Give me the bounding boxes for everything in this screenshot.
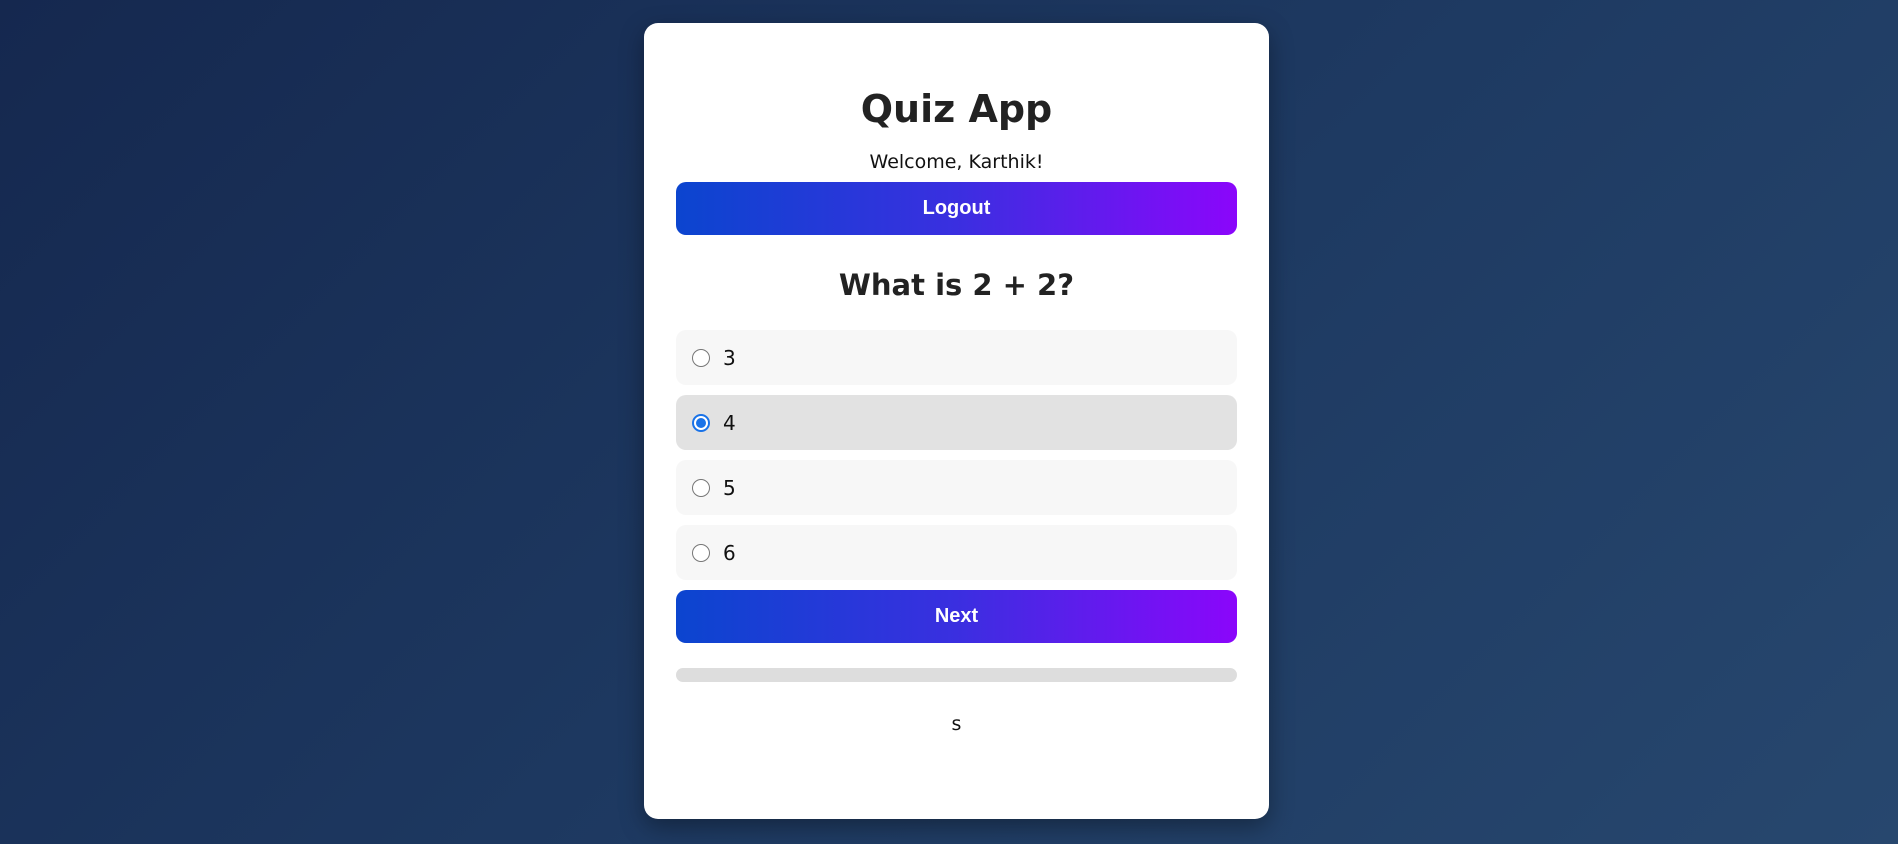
option-item-1[interactable]: 4 [676, 395, 1237, 450]
option-label: 4 [723, 410, 736, 435]
radio-button[interactable] [692, 478, 710, 497]
radio-button[interactable] [692, 413, 710, 432]
option-item-0[interactable]: 3 [676, 330, 1237, 385]
option-label: 3 [723, 345, 736, 370]
logout-button[interactable]: Logout [676, 182, 1237, 235]
welcome-message: Welcome, Karthik! [869, 151, 1044, 173]
question-text: What is 2 + 2? [838, 268, 1075, 302]
status-text: s [951, 713, 962, 735]
radio-button[interactable] [692, 348, 710, 367]
option-item-2[interactable]: 5 [676, 460, 1237, 515]
progress-bar [676, 668, 1237, 682]
option-label: 6 [723, 540, 736, 565]
options-list: 3 4 5 6 [676, 330, 1237, 580]
radio-button[interactable] [692, 543, 710, 562]
option-item-3[interactable]: 6 [676, 525, 1237, 580]
app-title: Quiz App [860, 87, 1053, 131]
next-button[interactable]: Next [676, 590, 1237, 643]
quiz-card: Quiz App Welcome, Karthik! Logout What i… [644, 23, 1269, 819]
option-label: 5 [723, 475, 736, 500]
